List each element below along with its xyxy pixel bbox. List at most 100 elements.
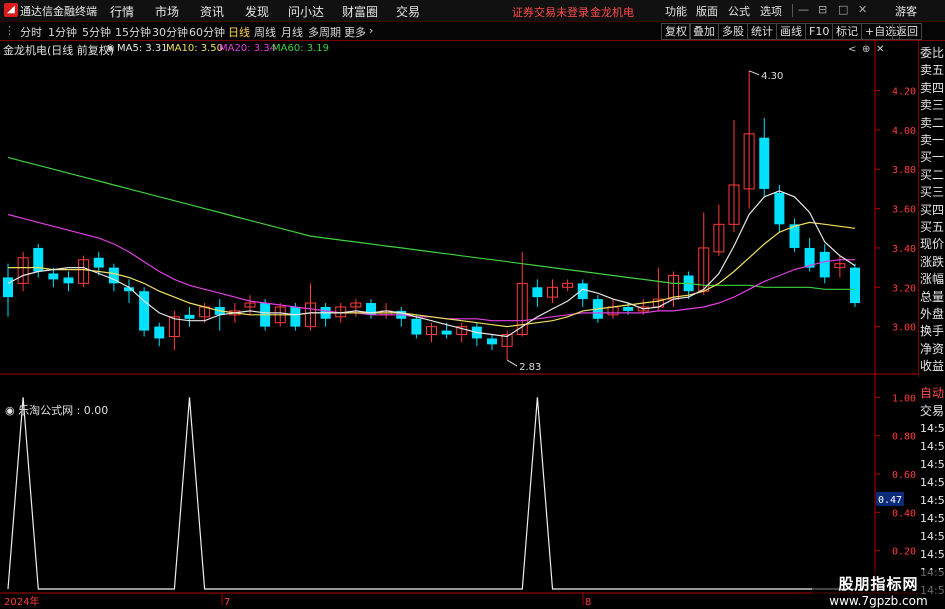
period-toolbar: ⋮ 分时 1分钟 5分钟 15分钟 30分钟 60分钟 日线 周线 月线 多周期… bbox=[0, 22, 945, 41]
tick-time: 14:56 bbox=[920, 458, 945, 471]
quote-label: 涨跌 bbox=[920, 254, 945, 269]
period-multi[interactable]: 多周期 bbox=[308, 24, 341, 40]
y-tick-label: 3.60 bbox=[892, 205, 916, 216]
menu-formula[interactable]: 公式 bbox=[728, 3, 750, 19]
guest-login[interactable]: 游客 bbox=[895, 3, 917, 19]
quote-label: 买三 bbox=[920, 185, 945, 200]
close-icon[interactable]: ✕ bbox=[858, 3, 867, 16]
y-tick-label: 3.40 bbox=[892, 244, 916, 255]
sub-chart-toggle-icon[interactable]: ◉ bbox=[5, 404, 15, 417]
candle-body-down bbox=[184, 314, 195, 319]
menu-market[interactable]: 市场 bbox=[155, 3, 179, 20]
toolbar-grip-icon: ⋮ bbox=[4, 24, 15, 37]
quote-label: 卖二 bbox=[920, 115, 945, 130]
period-weekly[interactable]: 周线 bbox=[254, 24, 276, 40]
low-marker bbox=[506, 359, 518, 367]
high-label: 4.30 bbox=[761, 71, 783, 82]
tick-time: 14:56 bbox=[920, 512, 945, 525]
ma10-line bbox=[8, 221, 856, 328]
tick-time: 14:56 bbox=[920, 530, 945, 543]
quote-label: 买二 bbox=[920, 167, 945, 182]
minimize-icon[interactable]: — bbox=[798, 3, 809, 16]
tick-time: 14:56 bbox=[920, 476, 945, 489]
period-5min[interactable]: 5分钟 bbox=[82, 24, 111, 40]
sub-y-tick-label: 0.20 bbox=[892, 547, 916, 558]
back-button[interactable]: 返回 bbox=[892, 23, 922, 40]
app-logo-icon: ◢ bbox=[4, 3, 18, 17]
quote-label: 委比 bbox=[920, 46, 945, 60]
watermark-url: www.7gpzb.com bbox=[829, 594, 928, 608]
formula-line bbox=[7, 397, 855, 590]
high-marker bbox=[748, 70, 760, 76]
price-chart[interactable]: 4.20 4.00 3.80 3.60 3.40 3.20 3.00 4.30 2.83 1.00… bbox=[0, 41, 918, 609]
menu-options[interactable]: 选项 bbox=[760, 3, 782, 19]
quote-label: 买五 bbox=[920, 220, 945, 234]
period-more[interactable]: 更多 bbox=[344, 24, 366, 40]
period-timeshare[interactable]: 分时 bbox=[20, 24, 42, 40]
menu-layout[interactable]: 版面 bbox=[696, 3, 718, 19]
period-60min[interactable]: 60分钟 bbox=[189, 24, 225, 40]
candle-body-down bbox=[411, 318, 422, 335]
candle-body-down bbox=[532, 287, 543, 298]
sub-y-tick-label: 1.00 bbox=[892, 393, 916, 404]
candle-body-down bbox=[63, 277, 74, 284]
period-15min[interactable]: 15分钟 bbox=[115, 24, 151, 40]
sub-y-tick-label: 0.80 bbox=[892, 432, 916, 443]
period-1min[interactable]: 1分钟 bbox=[48, 24, 77, 40]
period-30min[interactable]: 30分钟 bbox=[152, 24, 188, 40]
tick-time: 14:56 bbox=[920, 548, 945, 561]
menu-trade[interactable]: 交易 bbox=[396, 3, 420, 20]
overlay-button[interactable]: 叠加 bbox=[689, 23, 719, 40]
candle-body-down bbox=[487, 338, 497, 345]
menu-news[interactable]: 资讯 bbox=[200, 3, 224, 20]
draw-line-button[interactable]: 画线 bbox=[776, 23, 806, 40]
current-stock-label: 金龙机电 bbox=[590, 6, 634, 19]
candle-body-down bbox=[819, 251, 830, 278]
y-tick-label: 4.20 bbox=[892, 87, 916, 98]
maximize-icon[interactable]: □ bbox=[838, 3, 848, 16]
quote-label: 收益 bbox=[920, 359, 945, 374]
menu-discover[interactable]: 发现 bbox=[245, 3, 269, 20]
x-axis-label: 8 bbox=[585, 597, 591, 608]
sub-quote-label: 自动 bbox=[920, 386, 945, 400]
tick-time: 14:56 bbox=[920, 494, 945, 507]
menu-ask[interactable]: 问小达 bbox=[288, 3, 324, 20]
quote-label: 净资 bbox=[920, 341, 945, 356]
ma20-line bbox=[7, 213, 855, 322]
candle-body-down bbox=[93, 257, 104, 268]
menu-function[interactable]: 功能 bbox=[665, 3, 687, 19]
quote-label: 外盘 bbox=[920, 307, 945, 321]
period-monthly[interactable]: 月线 bbox=[281, 24, 303, 40]
candle-body-down bbox=[3, 277, 13, 298]
f10-button[interactable]: F10 bbox=[805, 23, 834, 40]
current-value-label: 0.47 bbox=[878, 495, 902, 506]
restore-icon[interactable]: ⊟ bbox=[818, 3, 827, 16]
quote-label: 买四 bbox=[920, 202, 945, 217]
sub-chart-title: ◉ 乐淘公式网 : 0.00 bbox=[5, 402, 108, 418]
menu-quotes[interactable]: 行情 bbox=[110, 3, 134, 20]
quote-label: 现价 bbox=[920, 237, 945, 252]
adjust-button[interactable]: 复权 bbox=[661, 23, 691, 40]
mark-button[interactable]: 标记 bbox=[832, 23, 862, 40]
menu-wealth[interactable]: 财富圈 bbox=[342, 3, 378, 20]
statistics-button[interactable]: 统计 bbox=[747, 23, 777, 40]
app-title: 通达信金融终端 bbox=[20, 5, 97, 18]
quote-label: 卖四 bbox=[920, 80, 945, 95]
login-status[interactable]: 证券交易未登录 bbox=[512, 4, 589, 20]
multi-stock-button[interactable]: 多股 bbox=[718, 23, 748, 40]
candle-body-down bbox=[774, 192, 785, 225]
y-tick-label: 3.00 bbox=[892, 323, 916, 334]
quote-label: 换手 bbox=[920, 324, 945, 339]
tick-time: 14:56 bbox=[920, 440, 945, 453]
period-daily[interactable]: 日线 bbox=[228, 24, 250, 40]
candle-body-down bbox=[577, 283, 588, 300]
sub-chart-formula: 乐淘公式网 : 0.00 bbox=[18, 404, 109, 417]
candle-body-down bbox=[850, 267, 860, 304]
quote-label: 卖一 bbox=[920, 133, 945, 147]
ma60-line bbox=[7, 156, 855, 290]
candle-body-down bbox=[290, 306, 301, 327]
sub-y-tick-label: 0.60 bbox=[892, 470, 916, 481]
quote-label: 总量 bbox=[920, 289, 945, 304]
chevron-right-icon[interactable]: › bbox=[369, 24, 373, 37]
quote-label: 卖三 bbox=[920, 98, 945, 113]
